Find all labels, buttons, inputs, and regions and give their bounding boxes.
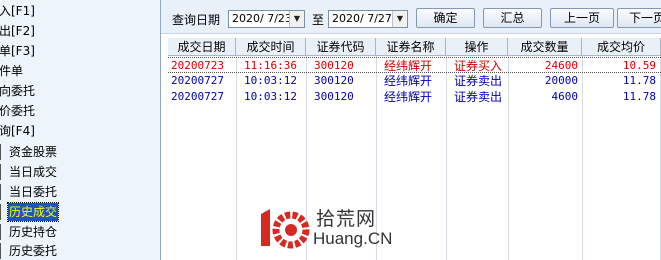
- end-date-picker[interactable]: 2020/ 7/27 ▼: [328, 10, 408, 28]
- cell-code: 300120: [314, 59, 354, 72]
- col-header-avg-price[interactable]: 成交均价: [582, 38, 661, 56]
- start-date-value: 2020/ 7/23: [232, 12, 292, 25]
- tree-item-directional-order[interactable]: 向委托: [0, 82, 35, 100]
- cell-date: 20200727: [171, 74, 224, 87]
- table-header: 成交日期 成交时间 证券代码 证券名称 操作 成交数量 成交均价: [168, 38, 661, 56]
- tree-connector: [0, 144, 3, 160]
- cell-time: 10:03:12: [244, 90, 297, 103]
- cell-time: 11:16:36: [244, 59, 297, 72]
- watermark-logo-icon: [261, 209, 310, 249]
- tree-item-label: 单[F3]: [0, 44, 35, 58]
- cell-date: 20200723: [171, 59, 224, 72]
- function-tree: 入[F1] 出[F2] 单[F3] 件单 向委托 价委托 询[F4] 资金股票 …: [0, 0, 161, 260]
- tree-item-label: 入[F1]: [0, 4, 35, 18]
- query-toolbar: 查询日期 2020/ 7/23 ▼ 至 2020/ 7/27 ▼ 确定 汇总 上…: [161, 0, 661, 34]
- chevron-down-icon[interactable]: ▼: [289, 11, 304, 27]
- tree-item-history-positions[interactable]: 历史持仓: [0, 223, 100, 241]
- confirm-button[interactable]: 确定: [416, 8, 475, 28]
- tree-item-label: 当日委托: [9, 185, 58, 199]
- cell-name: 经纬辉开: [384, 59, 433, 73]
- col-header-security-code[interactable]: 证券代码: [306, 38, 376, 56]
- tree-item-label: 出[F2]: [0, 24, 35, 38]
- end-date-value: 2020/ 7/27: [332, 12, 392, 25]
- cell-action: 证券买入: [454, 59, 503, 73]
- table-row[interactable]: 20200727 10:03:12 300120 经纬辉开 证券卖出 20000…: [168, 73, 661, 89]
- col-header-quantity[interactable]: 成交数量: [508, 38, 582, 56]
- cell-time: 10:03:12: [244, 74, 297, 87]
- cell-price: 10.59: [622, 59, 656, 72]
- table-row[interactable]: 20200723 11:16:36 300120 经纬辉开 证券买入 24600…: [168, 57, 661, 73]
- prev-page-button[interactable]: 上一页: [550, 8, 614, 28]
- cell-code: 300120: [314, 74, 354, 87]
- watermark-en-text: Huang.CN: [313, 229, 393, 248]
- tree-item-conditional-order[interactable]: 件单: [0, 62, 23, 80]
- col-header-operation[interactable]: 操作: [446, 38, 508, 56]
- cell-name: 经纬辉开: [384, 74, 433, 88]
- col-header-security-name[interactable]: 证券名称: [376, 38, 446, 56]
- start-date-picker[interactable]: 2020/ 7/23 ▼: [228, 10, 305, 28]
- tree-item-sell[interactable]: 出[F2]: [0, 22, 35, 40]
- tree-item-label: 历史持仓: [9, 225, 58, 239]
- tree-item-label: 询[F4]: [0, 124, 35, 138]
- tree-connector: [0, 164, 3, 180]
- cell-qty: 4600: [551, 90, 579, 103]
- cell-price: 11.78: [622, 90, 656, 103]
- cell-qty: 20000: [544, 74, 578, 87]
- cell-date: 20200727: [171, 90, 224, 103]
- cell-price: 11.78: [622, 74, 656, 87]
- tree-connector: [0, 243, 3, 259]
- watermark-cn-text: 拾荒网: [316, 208, 377, 230]
- tree-connector: [0, 184, 3, 200]
- tree-item-label: 件单: [0, 64, 24, 78]
- to-label: 至: [312, 13, 325, 27]
- chevron-down-icon[interactable]: ▼: [392, 11, 407, 27]
- cell-code: 300120: [314, 90, 354, 103]
- tree-item-label: 当日成交: [9, 165, 58, 179]
- tree-item-history-orders[interactable]: 历史委托: [0, 242, 100, 260]
- table-row[interactable]: 20200727 10:03:12 300120 经纬辉开 证券卖出 4600 …: [168, 89, 661, 105]
- tree-connector: [0, 224, 3, 240]
- col-header-trade-date[interactable]: 成交日期: [168, 38, 236, 56]
- cell-action: 证券卖出: [454, 74, 503, 88]
- tree-item-label: 向委托: [0, 84, 36, 98]
- cell-name: 经纬辉开: [384, 90, 433, 104]
- tree-item-label: 历史成交: [6, 202, 60, 222]
- tree-item-query[interactable]: 询[F4]: [0, 122, 35, 140]
- tree-item-cancel[interactable]: 单[F3]: [0, 42, 35, 60]
- tree-item-history-trades[interactable]: 历史成交: [0, 202, 100, 222]
- tree-item-price-order[interactable]: 价委托: [0, 102, 35, 120]
- tree-item-label: 价委托: [0, 104, 36, 118]
- tree-item-buy[interactable]: 入[F1]: [0, 2, 35, 20]
- summary-button[interactable]: 汇总: [483, 8, 542, 28]
- next-page-button[interactable]: 下一页: [617, 8, 661, 28]
- cell-qty: 24600: [544, 59, 578, 72]
- tree-item-today-orders[interactable]: 当日委托: [0, 183, 100, 201]
- col-header-trade-time[interactable]: 成交时间: [236, 38, 306, 56]
- history-trades-panel: 查询日期 2020/ 7/23 ▼ 至 2020/ 7/27 ▼ 确定 汇总 上…: [161, 0, 661, 260]
- tree-connector: [0, 204, 3, 220]
- tree-item-label: 资金股票: [9, 145, 58, 159]
- cell-action: 证券卖出: [454, 90, 503, 104]
- site-watermark: 拾荒网 Huang.CN: [258, 204, 398, 256]
- query-date-label: 查询日期: [172, 13, 221, 27]
- tree-item-today-trades[interactable]: 当日成交: [0, 163, 100, 181]
- tree-item-funds-stocks[interactable]: 资金股票: [0, 143, 100, 161]
- tree-item-label: 历史委托: [9, 244, 58, 258]
